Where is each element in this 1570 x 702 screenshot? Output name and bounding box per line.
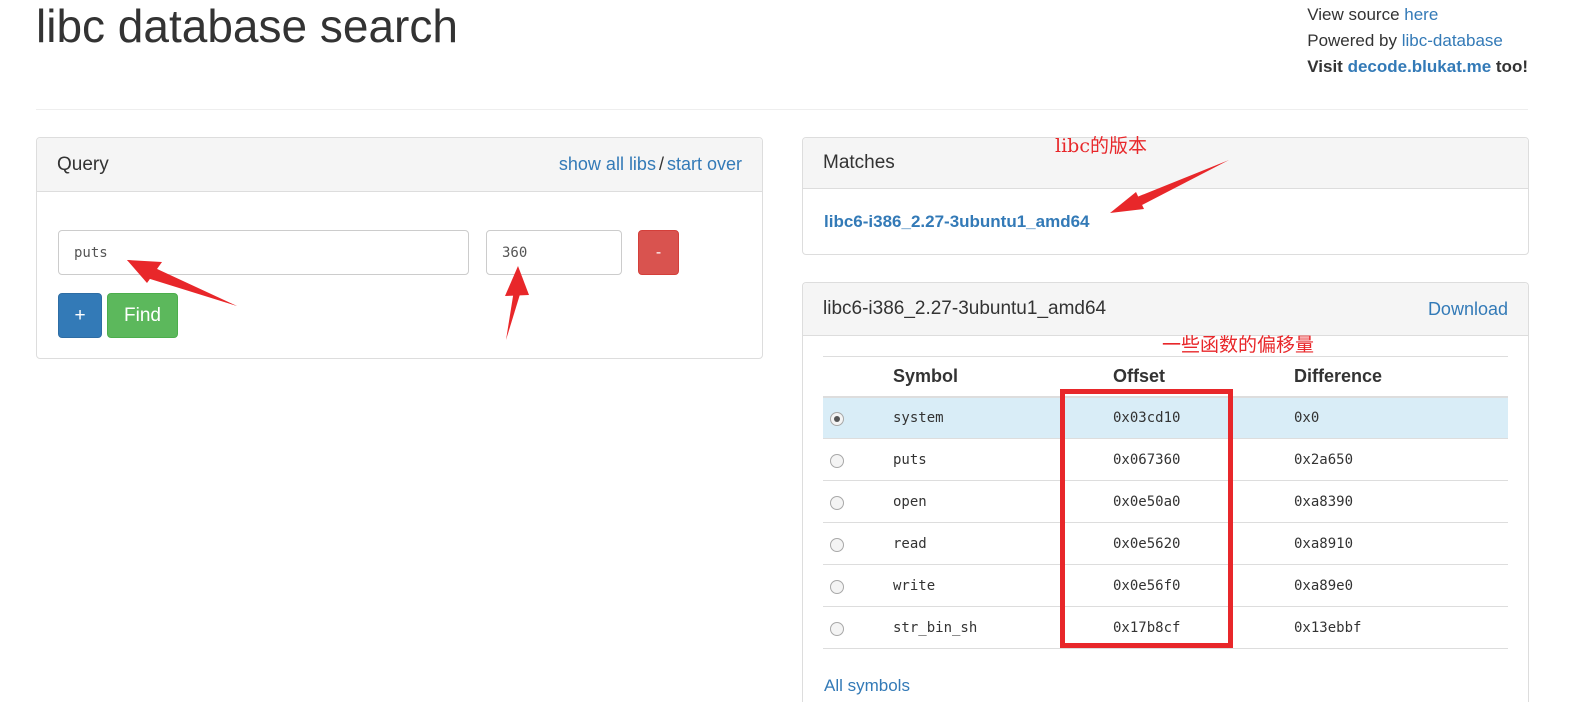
visit-line: Visit decode.blukat.me too!: [1307, 57, 1528, 76]
view-source-line: View source here: [1307, 5, 1439, 24]
remove-row-button[interactable]: -: [638, 230, 679, 275]
difference-cell: 0xa8910: [1294, 522, 1508, 565]
find-button[interactable]: Find: [107, 293, 178, 338]
difference-cell: 0xa89e0: [1294, 564, 1508, 607]
annotation-offset-highlight-box: [1060, 389, 1233, 648]
decode-blukat-link[interactable]: decode.blukat.me: [1348, 57, 1492, 76]
difference-cell: 0x0: [1294, 396, 1508, 439]
column-header-select: [823, 356, 893, 398]
annotation-version-note: libc的版本: [1055, 135, 1147, 157]
query-heading: Query: [57, 153, 109, 175]
row-radio[interactable]: [830, 621, 844, 636]
download-link[interactable]: Download: [1428, 299, 1508, 320]
row-radio[interactable]: [830, 537, 844, 552]
matches-panel: Matches libc6-i386_2.27-3ubuntu1_amd64: [802, 137, 1529, 255]
row-radio[interactable]: [830, 495, 844, 510]
query-panel: Query show all libs / start over puts 360 …: [36, 137, 763, 359]
lib-heading: libc6-i386_2.27-3ubuntu1_amd64: [823, 298, 1107, 319]
difference-cell: 0xa8390: [1294, 480, 1508, 523]
show-all-libs-link[interactable]: show all libs: [559, 154, 656, 174]
page-title: libc database search: [36, 0, 458, 52]
add-row-button[interactable]: +: [58, 293, 102, 338]
lib-panel-heading: libc6-i386_2.27-3ubuntu1_amd64 Download: [803, 283, 1528, 336]
all-symbols-link[interactable]: All symbols: [824, 676, 910, 696]
matches-heading: Matches: [823, 152, 895, 173]
header-divider: [36, 109, 1528, 110]
row-radio[interactable]: [830, 411, 844, 426]
match-link[interactable]: libc6-i386_2.27-3ubuntu1_amd64: [824, 212, 1090, 232]
libc-database-link[interactable]: libc-database: [1402, 31, 1503, 50]
difference-cell: 0x2a650: [1294, 438, 1508, 481]
view-source-link[interactable]: here: [1404, 5, 1438, 24]
header-info: View source here Powered by libc-databas…: [1307, 2, 1528, 80]
query-links: show all libs / start over: [558, 154, 742, 174]
difference-cell: 0x13ebbf: [1294, 606, 1508, 649]
query-panel-heading: Query show all libs / start over: [37, 138, 762, 192]
annotation-offsets-note: 一些函数的偏移量: [1162, 334, 1315, 356]
start-over-link[interactable]: start over: [667, 154, 742, 174]
symbol-name-input[interactable]: puts: [58, 230, 469, 275]
row-radio[interactable]: [830, 579, 844, 594]
symbol-offset-input[interactable]: 360: [486, 230, 622, 275]
row-radio[interactable]: [830, 453, 844, 468]
powered-by-line: Powered by libc-database: [1307, 31, 1503, 50]
matches-panel-heading: Matches: [803, 138, 1528, 189]
column-header-difference: Difference: [1294, 356, 1508, 398]
